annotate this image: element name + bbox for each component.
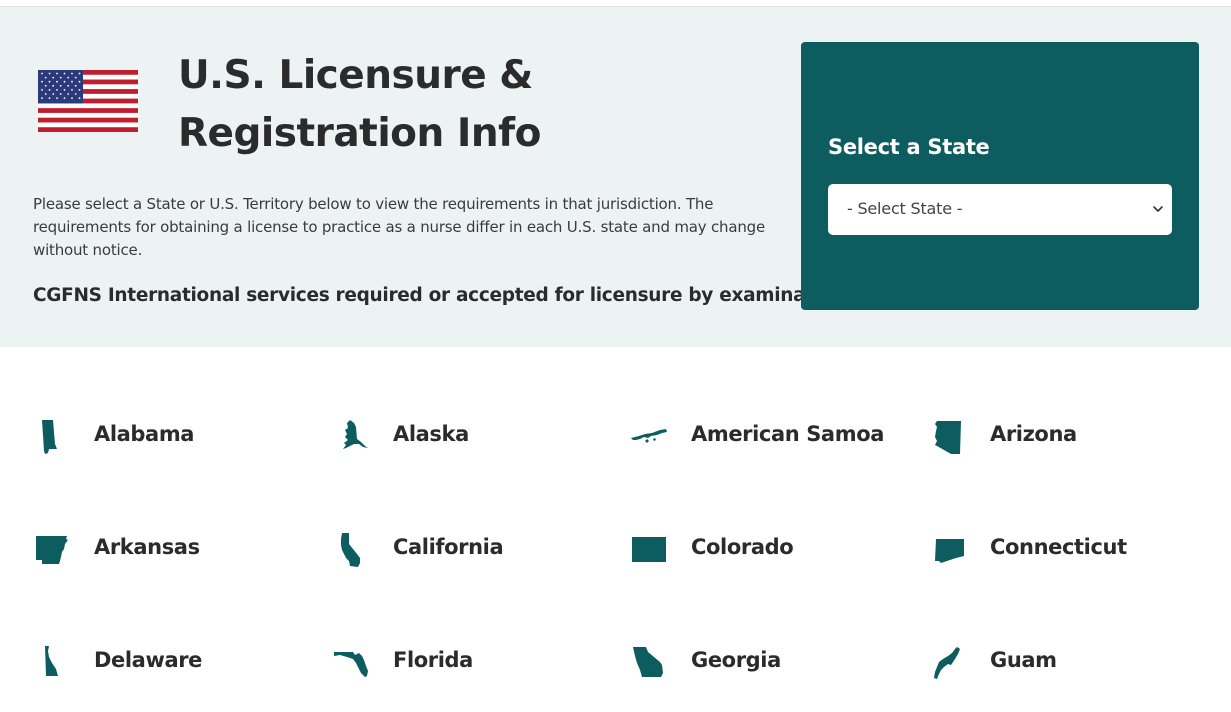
colorado-icon (632, 537, 666, 562)
state-select-panel: Select a State - Select State - (801, 42, 1199, 310)
state-link-arkansas[interactable]: Arkansas (33, 524, 323, 574)
arkansas-icon (36, 536, 68, 564)
state-select-dropdown[interactable]: - Select State - (828, 184, 1172, 235)
arizona-icon (935, 421, 961, 454)
state-link-georgia[interactable]: Georgia (630, 637, 920, 687)
connecticut-icon (935, 539, 964, 563)
state-label: Arkansas (94, 535, 200, 559)
state-link-colorado[interactable]: Colorado (630, 524, 920, 574)
state-label: American Samoa (691, 422, 884, 446)
california-icon (341, 533, 360, 567)
guam-icon (934, 647, 960, 679)
top-divider (0, 0, 1231, 7)
american-samoa-icon (631, 429, 667, 443)
hero-section: U.S. Licensure & Registration Info Pleas… (0, 7, 1231, 347)
state-label: Alabama (94, 422, 195, 446)
state-label: Delaware (94, 648, 203, 672)
florida-icon (334, 652, 368, 677)
state-link-arizona[interactable]: Arizona (929, 411, 1219, 461)
state-label: California (393, 535, 504, 559)
state-label: Connecticut (990, 535, 1127, 559)
delaware-icon (45, 646, 58, 676)
state-link-connecticut[interactable]: Connecticut (929, 524, 1219, 574)
state-label: Florida (393, 648, 473, 672)
state-link-alaska[interactable]: Alaska (332, 411, 622, 461)
chevron-down-icon (1153, 206, 1163, 212)
intro-text: Please select a State or U.S. Territory … (33, 195, 766, 259)
state-link-guam[interactable]: Guam (929, 637, 1219, 687)
state-label: Guam (990, 648, 1057, 672)
state-link-alabama[interactable]: Alabama (33, 411, 323, 461)
services-heading: CGFNS International services required or… (33, 285, 846, 306)
alaska-icon (343, 420, 368, 449)
state-link-delaware[interactable]: Delaware (33, 637, 323, 687)
state-label: Georgia (691, 648, 781, 672)
state-select-heading: Select a State (828, 135, 990, 159)
state-link-california[interactable]: California (332, 524, 622, 574)
state-label: Colorado (691, 535, 794, 559)
state-link-florida[interactable]: Florida (332, 637, 622, 687)
state-label: Arizona (990, 422, 1077, 446)
page-title: U.S. Licensure & Registration Info (178, 53, 541, 156)
state-select-value: - Select State - (847, 199, 963, 218)
state-grid: Alabama Alaska American Samoa Arizona Ar… (0, 347, 1231, 712)
us-flag-icon (38, 70, 138, 132)
state-label: Alaska (393, 422, 469, 446)
alabama-icon (42, 420, 57, 454)
state-link-american-samoa[interactable]: American Samoa (630, 411, 920, 461)
georgia-icon (633, 647, 663, 677)
